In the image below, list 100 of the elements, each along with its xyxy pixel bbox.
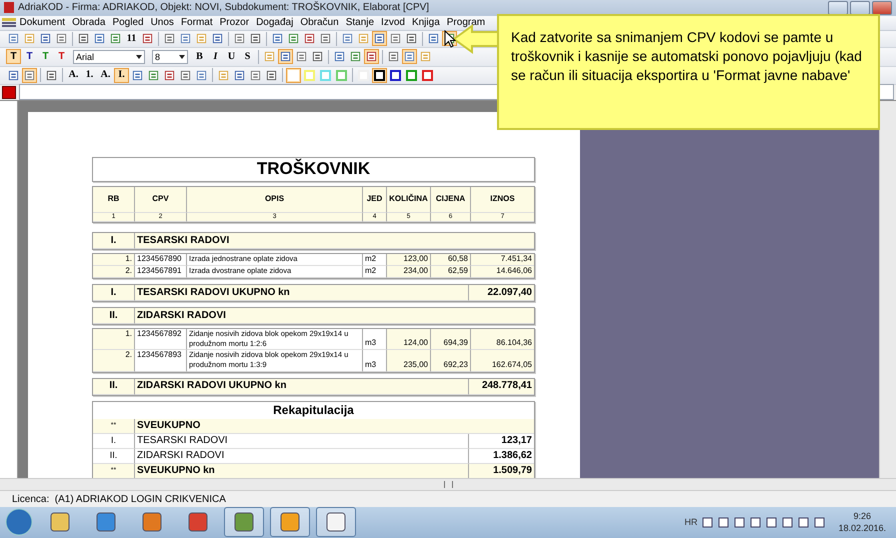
table-cell: 2. [93,266,135,278]
scrollbar[interactable] [879,100,896,478]
app-icon [49,511,71,534]
toolbar-button[interactable]: T [6,49,21,64]
app-icon [187,511,209,534]
tray-icon[interactable] [750,516,762,528]
table-cell: 14.646,06 [471,266,534,278]
tray-icon[interactable] [814,516,826,528]
toolbar-button[interactable]: T [54,49,69,64]
toolbar-button[interactable]: T [38,49,53,64]
column-header: CIJENA [431,186,471,213]
menu-item[interactable]: Obračun [296,17,342,28]
table-cell: ZIDARSKI RADOVI [135,308,534,324]
menu-item[interactable]: Unos [147,17,178,28]
square-icon [336,70,347,81]
toolbar-button[interactable]: A. [98,68,113,83]
table-cell: TESARSKI RADOVI [135,233,534,250]
toolbar-button[interactable] [388,68,403,83]
toolbar-button[interactable] [372,31,387,46]
menu-icon [2,17,16,28]
app-icon [4,2,14,14]
column-header: IZNOS [471,186,534,213]
minimize-button[interactable] [828,0,848,15]
cursor-icon [444,30,456,48]
combo-box[interactable]: Arial [73,50,145,64]
toolbar-button[interactable]: T [22,49,37,64]
toolbar-button[interactable]: S [240,49,255,64]
app-icon [233,511,255,534]
taskbar-app[interactable] [270,507,310,538]
table-cell: 86.104,36 [471,329,534,350]
tray-icon[interactable] [734,516,746,528]
close-button[interactable] [872,0,892,15]
menu-item[interactable]: Pogled [108,17,148,28]
scrollbar[interactable] [0,478,896,490]
table-cell: 248.778,41 [469,378,534,395]
column-header: JED [363,186,387,213]
table-cell: II. [93,378,135,395]
toolbar-button[interactable]: U [224,49,239,64]
menu-item[interactable]: Obrada [68,17,109,28]
menu-item[interactable]: Knjiga [408,17,444,28]
table-cell: 1234567890 [135,254,187,266]
language-indicator[interactable]: HR [684,517,698,528]
square-icon [288,70,299,81]
square-icon [390,70,401,81]
table-cell: II. [93,308,135,324]
toolbar-button[interactable]: B [192,49,207,64]
menu-item[interactable]: Izvod [378,17,408,28]
toolbar-button[interactable]: 11 [124,31,139,46]
table-cell: m2 [363,254,387,266]
table-cell: I. [93,285,135,302]
tray-icon[interactable] [766,516,778,528]
square-icon [320,70,331,81]
table-cell: 234,00 [387,266,431,278]
square-icon [422,70,433,81]
table-cell: TESARSKI RADOVI [135,434,469,449]
table-cell: 1234567892 [135,329,187,350]
taskbar-app[interactable] [224,507,264,538]
menu-item[interactable]: Stanje [342,17,378,28]
table-cell: 235,00 [387,350,431,372]
table-cell: 1. [93,329,135,350]
taskbar-app[interactable] [316,507,356,538]
table-cell: 124,00 [387,329,431,350]
table-cell: 123,17 [469,434,534,449]
app-icon [95,511,117,534]
menu-item[interactable]: Prozor [216,17,253,28]
tray-icon[interactable] [718,516,730,528]
menu-item[interactable]: Dokument [16,17,69,28]
toolbar-button[interactable] [372,68,387,83]
window-title: AdriaKOD - Firma: ADRIAKOD, Objekt: NOVI, Subdokument: TROŠKOVNIK, Elaborat [CPV] [18,2,430,14]
square-icon [304,70,315,81]
table-cell: 22.097,40 [469,285,534,302]
start-icon[interactable] [4,507,34,538]
square-icon [374,70,385,81]
table-cell: 7.451,34 [471,254,534,266]
column-header: OPIS [187,186,363,213]
tray-icon[interactable] [782,516,794,528]
menu-item[interactable]: Događaj [252,17,297,28]
tray-icon[interactable] [702,516,714,528]
tray-icon[interactable] [798,516,810,528]
combo-box[interactable]: 8 [152,50,188,64]
column-header: CPV [135,186,187,213]
toolbar-button[interactable]: A. [66,68,81,83]
clock-time: 9:26 [853,510,871,522]
toolbar-button[interactable] [278,49,293,64]
table-cell: ZIDARSKI RADOVI [135,448,469,464]
grip-icon [444,481,452,488]
restore-button[interactable] [850,0,870,15]
license-text: Licenca: (A1) ADRIAKOD LOGIN CRIKVENICA [12,494,226,505]
toolbar-button[interactable]: 1. [82,68,97,83]
toolbar-button[interactable] [364,49,379,64]
table-cell: 1234567893 [135,350,187,372]
style-swatch[interactable] [2,86,16,99]
toolbar-button[interactable]: I. [114,68,129,83]
menu-item[interactable]: Format [177,17,216,28]
toolbar-button[interactable]: I [208,49,223,64]
table-cell: 692,23 [431,350,471,372]
app-icon [279,511,301,534]
table-cell: SVEUKUPNO kn [135,464,469,478]
table-cell: 694,39 [431,329,471,350]
menu-item[interactable]: Program [443,17,489,28]
